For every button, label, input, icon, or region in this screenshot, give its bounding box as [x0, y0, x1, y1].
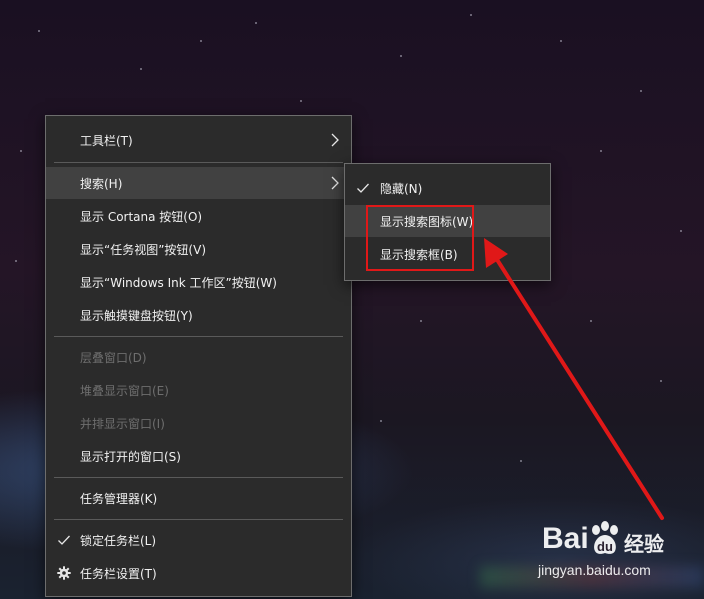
- star: [15, 260, 17, 262]
- menu-item-label: 显示“Windows Ink 工作区”按钮(W): [80, 275, 277, 290]
- menu-item-taskbar-settings[interactable]: 任务栏设置(T): [46, 557, 351, 589]
- menu-item-label: 任务栏设置(T): [80, 566, 157, 581]
- menu-item-label: 显示 Cortana 按钮(O): [80, 209, 203, 224]
- baidu-paw-logo-icon: du: [592, 521, 618, 554]
- menu-item-toolbars[interactable]: 工具栏(T): [46, 124, 351, 156]
- baidu-jingyan-watermark: Bai du 经验 jingyan.baidu.com: [538, 521, 672, 584]
- star: [255, 22, 257, 24]
- menu-item-cascade-windows: 层叠窗口(D): [46, 341, 351, 373]
- menu-item-show-desktop[interactable]: 显示打开的窗口(S): [46, 440, 351, 472]
- menu-item-label: 显示打开的窗口(S): [80, 449, 181, 464]
- star: [560, 40, 562, 42]
- annotation-highlight-box: [366, 205, 474, 271]
- star: [590, 320, 592, 322]
- menu-item-label: 堆叠显示窗口(E): [80, 383, 169, 398]
- menu-item-show-windows-ink[interactable]: 显示“Windows Ink 工作区”按钮(W): [46, 266, 351, 298]
- star: [420, 320, 422, 322]
- menu-item-lock-taskbar[interactable]: 锁定任务栏(L): [46, 524, 351, 556]
- menu-item-show-touch-keyboard[interactable]: 显示触摸键盘按钮(Y): [46, 299, 351, 331]
- svg-text:du: du: [597, 539, 613, 554]
- menu-item-search[interactable]: 搜索(H): [46, 167, 351, 199]
- menu-item-label: 搜索(H): [80, 176, 123, 191]
- star: [140, 68, 142, 70]
- gear-icon: [57, 566, 71, 580]
- menu-separator: [54, 336, 343, 337]
- menu-item-label: 显示“任务视图”按钮(V): [80, 242, 207, 257]
- menu-item-side-by-side: 并排显示窗口(I): [46, 407, 351, 439]
- star: [640, 90, 642, 92]
- menu-item-stack-windows: 堆叠显示窗口(E): [46, 374, 351, 406]
- star: [38, 30, 40, 32]
- menu-separator: [54, 477, 343, 478]
- menu-item-label: 锁定任务栏(L): [80, 533, 157, 548]
- menu-item-show-task-view[interactable]: 显示“任务视图”按钮(V): [46, 233, 351, 265]
- star: [20, 150, 22, 152]
- submenu-item-hidden[interactable]: 隐藏(N): [345, 172, 550, 204]
- menu-item-label: 并排显示窗口(I): [80, 416, 165, 431]
- menu-item-task-manager[interactable]: 任务管理器(K): [46, 482, 351, 514]
- checkmark-icon: [357, 183, 369, 193]
- watermark-logo-text: Bai: [542, 522, 589, 555]
- taskbar-context-menu: 工具栏(T) 搜索(H) 显示 Cortana 按钮(O) 显示“任务视图”按钮…: [45, 115, 352, 597]
- menu-item-label: 任务管理器(K): [80, 491, 158, 506]
- menu-item-label: 显示触摸键盘按钮(Y): [80, 308, 193, 323]
- menu-item-label: 工具栏(T): [80, 133, 133, 148]
- star: [200, 40, 202, 42]
- menu-separator: [54, 519, 343, 520]
- star: [300, 100, 302, 102]
- menu-separator: [54, 162, 343, 163]
- chevron-right-icon: [331, 176, 339, 190]
- menu-item-show-cortana[interactable]: 显示 Cortana 按钮(O): [46, 200, 351, 232]
- star: [660, 380, 662, 382]
- chevron-right-icon: [331, 133, 339, 147]
- submenu-item-label: 隐藏(N): [380, 181, 423, 196]
- star: [680, 230, 682, 232]
- star: [400, 55, 402, 57]
- star: [600, 150, 602, 152]
- checkmark-icon: [58, 535, 70, 545]
- star: [470, 14, 472, 16]
- menu-item-label: 层叠窗口(D): [80, 350, 147, 365]
- star: [380, 420, 382, 422]
- star: [520, 460, 522, 462]
- watermark-url: jingyan.baidu.com: [538, 562, 651, 578]
- watermark-jingyan-text: 经验: [624, 532, 664, 556]
